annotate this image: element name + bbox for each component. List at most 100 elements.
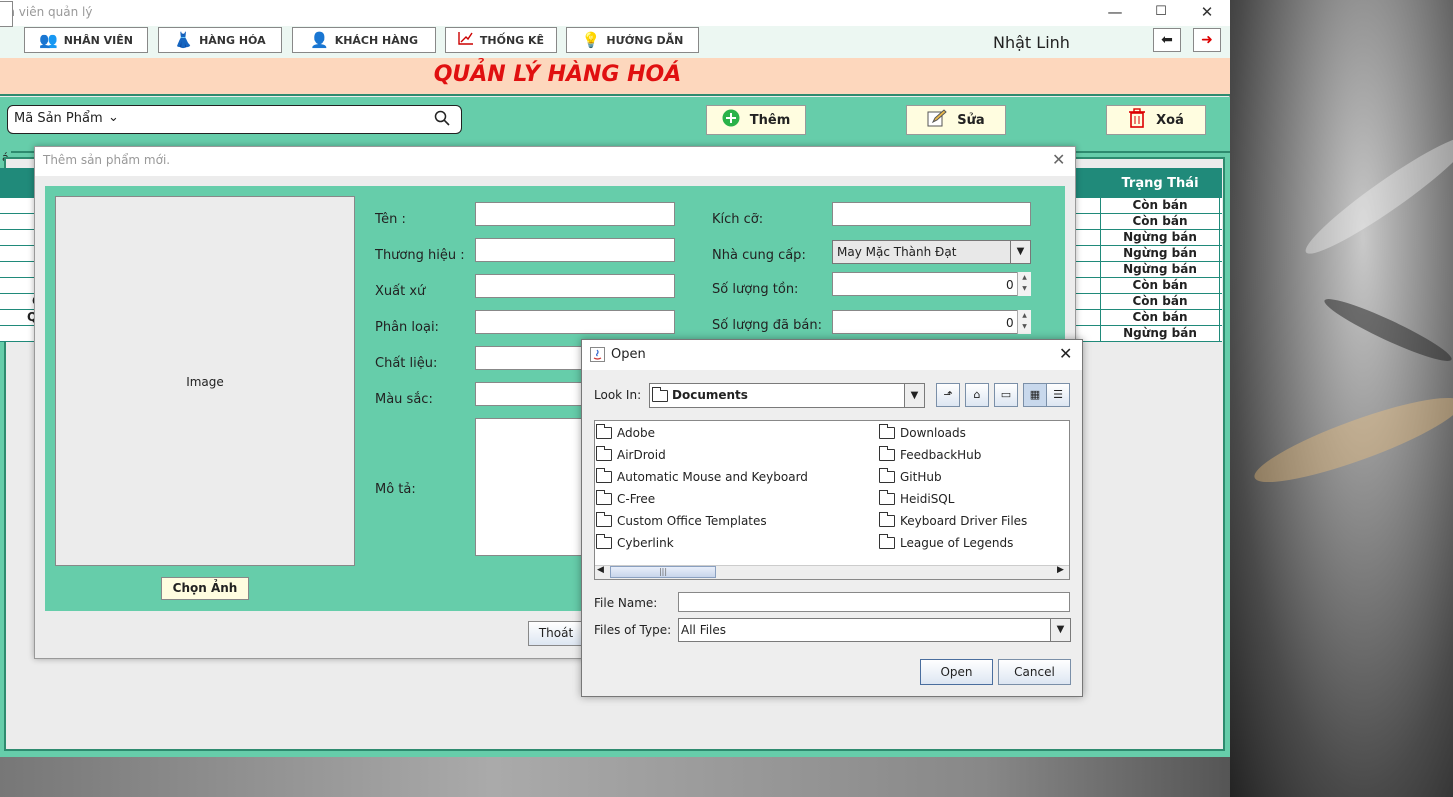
list-view-icon[interactable]: ▦	[1023, 383, 1047, 407]
minimize-button[interactable]: —	[1092, 0, 1138, 26]
stock-spinner[interactable]	[832, 272, 1031, 296]
list-item[interactable]: Custom Office Templates	[596, 510, 866, 532]
look-in-label: Look In:	[594, 388, 642, 402]
sold-label: Số lượng đã bán:	[712, 318, 822, 333]
desktop-background	[1228, 0, 1453, 797]
up-folder-icon[interactable]: ⬏	[936, 383, 960, 407]
file-column-left: Adobe AirDroid Automatic Mouse and Keybo…	[596, 422, 866, 554]
help-bulb-icon: 💡	[581, 31, 601, 49]
look-in-value: Documents	[672, 388, 748, 402]
open-button[interactable]: Open	[920, 659, 993, 685]
search-icon[interactable]	[434, 110, 450, 126]
list-item[interactable]: GitHub	[879, 466, 1064, 488]
search-field-select[interactable]: Mã Sản Phẩm	[14, 111, 103, 126]
edit-pencil-icon	[927, 109, 948, 131]
nav-button-customers[interactable]: 👤 KHÁCH HÀNG	[292, 27, 436, 53]
logout-icon: ➜	[1201, 32, 1213, 48]
supplier-label: Nhà cung cấp:	[712, 248, 806, 263]
close-icon[interactable]: ✕	[1059, 344, 1072, 363]
brand-label: Thương hiệu :	[375, 248, 465, 263]
folder-icon	[596, 424, 612, 439]
brand-input[interactable]	[475, 238, 675, 262]
folder-icon	[879, 490, 895, 505]
list-item[interactable]: Keyboard Driver Files	[879, 510, 1064, 532]
goods-icon: 👗	[174, 31, 194, 49]
spinner-arrows-icon[interactable]: ▲ ▼	[1017, 272, 1031, 296]
nav-button-statistics[interactable]: THỐNG KÊ	[445, 27, 557, 53]
folder-icon	[596, 534, 612, 549]
file-name-input[interactable]	[678, 592, 1070, 612]
new-folder-icon[interactable]: ▭	[994, 383, 1018, 407]
files-of-type-select[interactable]	[678, 618, 1071, 642]
origin-input[interactable]	[475, 274, 675, 298]
logout-button[interactable]: ➜	[1193, 28, 1221, 52]
nav-button-help[interactable]: 💡 HƯỚNG DẪN	[566, 27, 699, 53]
cancel-button[interactable]: Cancel	[998, 659, 1071, 685]
list-item[interactable]: Cyberlink	[596, 532, 866, 554]
dropdown-arrow-icon[interactable]: ▼	[904, 384, 924, 407]
status-cell: Còn bán	[1100, 198, 1220, 214]
list-item[interactable]: Automatic Mouse and Keyboard	[596, 466, 866, 488]
maximize-button[interactable]: ☐	[1138, 0, 1184, 26]
dropdown-arrow-icon[interactable]: ▼	[1010, 241, 1030, 263]
open-dialog-title: Open	[611, 347, 646, 362]
sold-spinner[interactable]	[832, 310, 1031, 334]
window-title: ản viên quản lý	[0, 5, 93, 19]
list-item[interactable]: FeedbackHub	[879, 444, 1064, 466]
nav-button-partial[interactable]	[0, 1, 13, 27]
nav-label: HÀNG HÓA	[199, 33, 266, 47]
stock-label: Số lượng tồn:	[712, 282, 799, 297]
delete-button[interactable]: Xoá	[1106, 105, 1206, 135]
list-item[interactable]: Adobe	[596, 422, 866, 444]
nav-button-goods[interactable]: 👗 HÀNG HÓA	[158, 27, 282, 53]
status-cell: Còn bán	[1100, 278, 1220, 294]
list-item[interactable]: AirDroid	[596, 444, 866, 466]
nav-button-staff[interactable]: 👥 NHÂN VIÊN	[24, 27, 148, 53]
name-input[interactable]	[475, 202, 675, 226]
back-button[interactable]: ⬅	[1153, 28, 1181, 52]
add-label: Thêm	[749, 112, 791, 128]
nav-label: THỐNG KÊ	[479, 33, 545, 47]
dropdown-arrow-icon[interactable]: ▼	[1050, 619, 1070, 641]
list-item[interactable]: Downloads	[879, 422, 1064, 444]
files-of-type-value: All Files	[681, 623, 727, 637]
column-header-status[interactable]: Trạng Thái	[1100, 170, 1220, 198]
category-input[interactable]	[475, 310, 675, 334]
close-icon[interactable]: ✕	[1052, 150, 1065, 169]
trash-icon	[1128, 108, 1146, 132]
java-icon	[590, 347, 605, 362]
scroll-right-icon[interactable]: ▶	[1057, 565, 1064, 575]
chevron-down-icon[interactable]: ⌄	[108, 110, 119, 125]
list-item[interactable]: League of Legends	[879, 532, 1064, 554]
exit-button[interactable]: Thoát	[528, 621, 584, 646]
image-placeholder-label: Image	[186, 375, 224, 389]
folder-icon	[652, 387, 668, 402]
scroll-left-icon[interactable]: ◀	[597, 565, 604, 575]
add-circle-icon	[722, 109, 740, 131]
stock-value: 0	[1006, 278, 1014, 292]
details-view-icon[interactable]: ☰	[1046, 383, 1070, 407]
folder-icon	[596, 446, 612, 461]
edit-button[interactable]: Sửa	[906, 105, 1006, 135]
status-cell: Còn bán	[1100, 294, 1220, 310]
folder-icon	[879, 534, 895, 549]
status-cell: Ngừng bán	[1100, 230, 1220, 246]
list-item[interactable]: HeidiSQL	[879, 488, 1064, 510]
choose-image-button[interactable]: Chọn Ảnh	[161, 577, 249, 600]
material-label: Chất liệu:	[375, 356, 438, 371]
desktop-background-bottom	[0, 757, 1230, 797]
page-title: QUẢN LÝ HÀNG HOÁ	[433, 62, 682, 87]
size-input[interactable]	[832, 202, 1031, 226]
folder-icon	[879, 424, 895, 439]
name-label: Tên :	[375, 212, 406, 227]
home-folder-icon[interactable]: ⌂	[965, 383, 989, 407]
statistics-icon	[458, 31, 474, 49]
scrollbar-thumb[interactable]: |||	[610, 566, 716, 578]
folder-icon	[879, 512, 895, 527]
status-cell: Còn bán	[1100, 310, 1220, 326]
spinner-arrows-icon[interactable]: ▲ ▼	[1017, 310, 1031, 334]
folder-icon	[596, 490, 612, 505]
add-button[interactable]: Thêm	[706, 105, 806, 135]
list-item[interactable]: C-Free	[596, 488, 866, 510]
close-window-button[interactable]: ✕	[1184, 0, 1230, 26]
